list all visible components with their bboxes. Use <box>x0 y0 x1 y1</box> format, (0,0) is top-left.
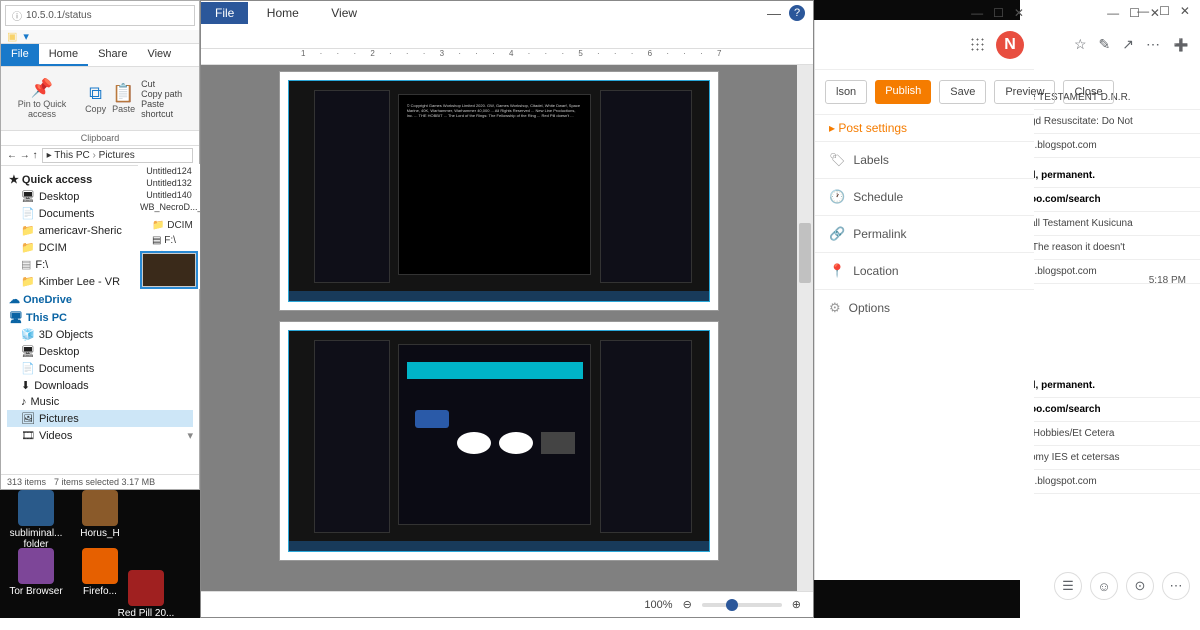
post-settings-header[interactable]: Post settings <box>815 114 1034 141</box>
contact-icon[interactable]: ☺ <box>1090 572 1118 600</box>
scrollbar[interactable] <box>797 65 813 591</box>
tab-share[interactable]: Share <box>88 44 137 66</box>
tab-file[interactable]: File <box>1 44 39 66</box>
tree-node[interactable]: ⬇Downloads <box>7 377 193 394</box>
desktop-icon[interactable]: subliminal... folder <box>6 490 66 550</box>
pasteshortcut-button[interactable]: Paste shortcut <box>141 99 195 119</box>
desktop-icon[interactable]: Red Pill 20... <box>116 570 176 619</box>
publish-button[interactable]: Publish <box>875 80 931 104</box>
blogger-sidebar: — ☐ ✕ N lson Publish Save Preview Close … <box>814 20 1034 580</box>
zoom-out-icon[interactable]: ⊖ <box>683 598 692 611</box>
clock-icon: 🕐 <box>829 189 845 205</box>
page: © Copyright Games Workshop Limited 2020.… <box>279 71 719 311</box>
more-icon[interactable]: ⋯ <box>1146 36 1160 53</box>
status-bar: 313 items7 items selected 3.17 MB <box>1 474 199 489</box>
more-icon[interactable]: ⋯ <box>1162 572 1190 600</box>
gear-icon: ⚙ <box>829 300 841 316</box>
ribbon-tabs: File Home Share View <box>1 44 199 67</box>
status-bar: 100% ⊖ ⊕ <box>201 591 813 617</box>
address-bar[interactable]: ⓘ10.5.0.1/status <box>5 5 195 26</box>
tree-node[interactable]: 🖥Desktop <box>7 343 193 360</box>
ribbon-group-label: Clipboard <box>1 131 199 146</box>
read-icon[interactable]: ✎ <box>1099 36 1111 53</box>
file-thumbnails: Untitled124 Untitled132 Untitled140 WB_N… <box>138 164 200 289</box>
paste-button[interactable]: 📋Paste <box>112 83 135 114</box>
lson-button[interactable]: lson <box>825 80 867 104</box>
page-area[interactable]: © Copyright Games Workshop Limited 2020.… <box>201 65 797 591</box>
thumb[interactable]: Untitled140 <box>140 190 198 200</box>
desktop-icon[interactable]: Horus_H <box>70 490 130 539</box>
thumb[interactable]: Untitled132 <box>140 178 198 188</box>
archive-icon[interactable]: ☰ <box>1054 572 1082 600</box>
add-contact-icon[interactable]: ➕ <box>1170 34 1192 56</box>
tab-view[interactable]: View <box>137 44 181 66</box>
avatar[interactable]: N <box>996 31 1024 59</box>
thumb[interactable]: Untitled124 <box>140 166 198 176</box>
tree-node[interactable]: 🧊3D Objects <box>7 326 193 343</box>
breadcrumb[interactable]: ← → ↑▸ This PC › Pictures <box>1 146 199 166</box>
apps-icon[interactable] <box>970 37 986 53</box>
this-pc[interactable]: 🖥 This PC <box>7 308 193 326</box>
timestamp: 5:18 PM <box>1149 275 1186 286</box>
sidebar-item-labels[interactable]: 🏷Labels <box>815 141 1034 178</box>
zoom-in-icon[interactable]: ⊕ <box>792 598 801 611</box>
tree-node[interactable]: 📁 DCIM <box>142 218 196 233</box>
location-icon[interactable]: ⊙ <box>1126 572 1154 600</box>
document-window: File Home View — ? 1 · · · 2 · · · 3 · ·… <box>200 0 814 618</box>
ruler: 1 · · · 2 · · · 3 · · · 4 · · · 5 · · · … <box>201 49 813 65</box>
zoom-label: 100% <box>644 599 672 611</box>
embedded-screenshot: © Copyright Games Workshop Limited 2020.… <box>288 80 710 302</box>
page <box>279 321 719 561</box>
pin-icon: 📍 <box>829 263 845 279</box>
thumb[interactable]: WB_NecroD..._03 <box>140 202 198 212</box>
tab-view[interactable]: View <box>317 2 371 24</box>
sidebar-item-options[interactable]: ⚙Options <box>815 289 1034 326</box>
embedded-screenshot <box>288 330 710 552</box>
share-icon[interactable]: ↗ <box>1122 36 1134 53</box>
tab-home[interactable]: Home <box>253 2 313 24</box>
tag-icon: 🏷 <box>829 152 846 168</box>
nav-toolbar <box>201 25 813 49</box>
zoom-slider[interactable] <box>702 603 782 607</box>
help-icon[interactable]: ? <box>789 5 805 21</box>
tree-node[interactable]: 🎞Videos▾ <box>7 427 193 444</box>
tree-node[interactable]: ▤ F:\ <box>142 233 196 248</box>
desktop-icon[interactable]: Tor Browser <box>6 548 66 597</box>
taskbar[interactable] <box>0 618 1200 630</box>
onedrive[interactable]: ☁ OneDrive <box>7 290 193 308</box>
sidebar-item-permalink[interactable]: 🔗Permalink <box>815 215 1034 252</box>
pin-button[interactable]: 📌Pin to Quick access <box>5 78 79 119</box>
copy-button[interactable]: ⧉Copy <box>85 83 106 114</box>
minimize-icon[interactable]: — <box>767 5 781 21</box>
tree-node[interactable]: ♪Music <box>7 394 193 410</box>
copypath-button[interactable]: Copy path <box>141 89 195 99</box>
close-button[interactable]: Close <box>1063 80 1113 104</box>
tab-home[interactable]: Home <box>39 44 88 66</box>
save-button[interactable]: Save <box>939 80 986 104</box>
tab-file[interactable]: File <box>201 2 248 24</box>
tree-node[interactable]: 🖼Pictures <box>7 410 193 427</box>
preview-button[interactable]: Preview <box>994 80 1055 104</box>
favorite-icon[interactable]: ☆ <box>1074 36 1087 53</box>
link-icon: 🔗 <box>829 226 845 242</box>
sidebar-item-location[interactable]: 📍Location <box>815 252 1034 289</box>
tree-node[interactable]: 📄Documents <box>7 360 193 377</box>
sidebar-item-schedule[interactable]: 🕐Schedule <box>815 178 1034 215</box>
cut-button[interactable]: Cut <box>141 79 195 89</box>
